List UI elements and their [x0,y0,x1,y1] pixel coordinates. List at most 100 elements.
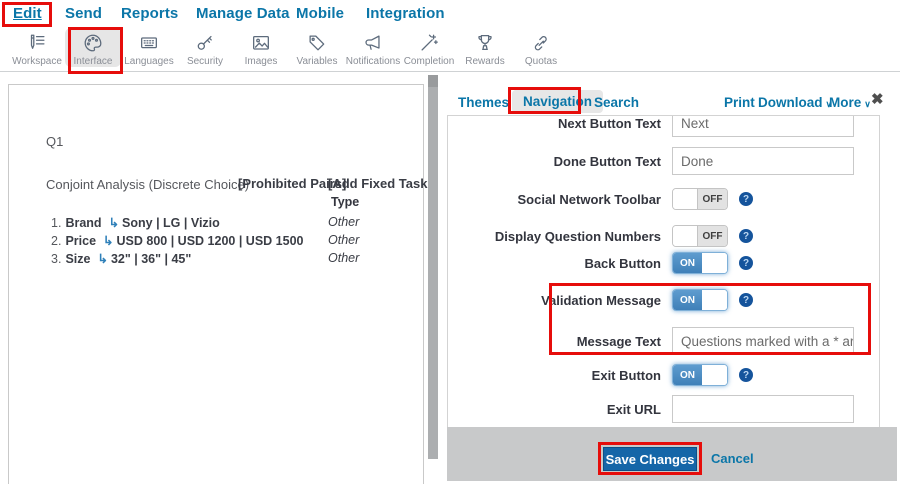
scrollbar-top-cap [428,75,438,87]
nav-mobile[interactable]: Mobile [296,5,344,22]
validation-message-toggle[interactable]: ON [672,289,728,311]
more-link[interactable]: More∨ [829,95,871,110]
attribute-name: Size [65,252,90,266]
attribute-values: USD 800 | USD 1200 | USD 1500 [117,234,304,248]
print-link[interactable]: Print [724,95,755,110]
more-label: More [829,95,861,110]
form-row: Back Button ON ? [448,247,879,279]
toolbar-item-security[interactable]: Security [177,28,233,67]
survey-preview-panel: Q1 Conjoint Analysis (Discrete Choice) [… [8,84,424,484]
done-button-text-input[interactable] [672,147,854,175]
tab-search[interactable]: Search [594,95,639,110]
help-icon[interactable]: ? [739,192,753,206]
nav-send[interactable]: Send [65,5,102,22]
field-label: Done Button Text [448,154,661,169]
toolbar-item-variables[interactable]: Variables [289,28,345,67]
toolbar-item-languages[interactable]: Languages [121,28,177,67]
toolbar-item-label: Variables [297,56,338,67]
exit-url-input[interactable] [672,395,854,423]
close-icon[interactable]: ✖ [871,90,884,108]
navigation-settings-box: Next Button Text Done Button Text Social… [447,115,880,427]
type-column-header: Type [331,195,359,209]
form-row: Validation Message ON ? [448,284,879,316]
toolbar-item-label: Workspace [12,56,62,67]
help-icon[interactable]: ? [739,229,753,243]
toolbar-item-notifications[interactable]: Notifications [345,28,401,67]
toolbar-item-label: Completion [404,56,455,67]
toolbar-item-quotas[interactable]: Quotas [513,28,569,67]
top-nav: Edit Send Reports Manage Data Mobile Int… [0,0,900,28]
toggle-knob [702,253,727,273]
form-row: Message Text [448,325,879,357]
toolbar-item-completion[interactable]: Completion [401,28,457,67]
toolbar-item-label: Security [187,56,223,67]
attribute-row: 1. Brand ↳Sony | LG | Vizio [51,215,220,230]
attribute-values: Sony | LG | Vizio [122,216,220,230]
nav-integration[interactable]: Integration [366,5,445,22]
question-title: Conjoint Analysis (Discrete Choice) [46,177,249,192]
help-icon[interactable]: ? [739,256,753,270]
row-number: 1. [51,216,61,230]
form-row: Exit Button ON ? [448,359,879,391]
form-row: Done Button Text [448,145,879,177]
toolbar-item-label: Quotas [525,56,557,67]
toggle-state-label: ON [673,253,702,273]
field-label: Validation Message [448,293,661,308]
field-label: Social Network Toolbar [448,192,661,207]
row-number: 3. [51,252,61,266]
quotas-icon [530,31,552,55]
question-number: Q1 [46,134,63,149]
edit-toolbar: Workspace Interface Languages Security I… [0,28,900,72]
field-label: Exit URL [448,402,661,417]
toolbar-item-rewards[interactable]: Rewards [457,28,513,67]
save-changes-button[interactable]: Save Changes [603,447,697,471]
help-icon[interactable]: ? [739,293,753,307]
tab-themes[interactable]: Themes [458,95,509,110]
attribute-type: Other [328,251,359,265]
toggle-knob [673,189,697,209]
vertical-scrollbar[interactable] [428,75,438,459]
display-question-numbers-toggle[interactable]: OFF [672,225,728,247]
social-network-toolbar-toggle[interactable]: OFF [672,188,728,210]
nav-edit[interactable]: Edit [13,5,42,22]
next-button-text-input[interactable] [672,115,854,137]
cancel-link[interactable]: Cancel [711,451,754,466]
field-label: Back Button [448,256,661,271]
attribute-type: Other [328,215,359,229]
toolbar-item-interface[interactable]: Interface [65,28,121,67]
message-text-input[interactable] [672,327,854,355]
attribute-name: Brand [65,216,101,230]
attribute-values: 32" | 36" | 45" [111,252,191,266]
field-label: Exit Button [448,368,661,383]
toggle-state-label: ON [673,290,702,310]
branch-arrow-icon: ↳ [103,234,113,248]
toolbar-item-label: Interface [74,56,113,67]
field-label: Next Button Text [448,116,661,131]
workspace-icon [26,31,48,55]
form-row: Exit URL [448,393,879,425]
branch-arrow-icon: ↳ [97,252,107,266]
download-link[interactable]: Download∨ [758,95,832,110]
toggle-state-label: OFF [697,189,727,209]
rewards-icon [474,31,496,55]
interface-icon [82,31,104,55]
toolbar-item-label: Notifications [346,56,400,67]
security-icon [194,31,216,55]
attribute-type: Other [328,233,359,247]
tab-navigation[interactable]: Navigation [512,90,603,113]
toolbar-item-label: Images [245,56,278,67]
branch-arrow-icon: ↳ [109,216,119,230]
help-icon[interactable]: ? [739,368,753,382]
toolbar-item-workspace[interactable]: Workspace [9,28,65,67]
form-row: Next Button Text [448,115,879,139]
row-number: 2. [51,234,61,248]
toolbar-item-images[interactable]: Images [233,28,289,67]
add-fixed-tasks-link[interactable]: [Add Fixed Tasks [328,176,435,191]
toggle-knob [702,365,727,385]
exit-button-toggle[interactable]: ON [672,364,728,386]
nav-reports[interactable]: Reports [121,5,178,22]
nav-manage-data[interactable]: Manage Data [196,5,290,22]
back-button-toggle[interactable]: ON [672,252,728,274]
toggle-knob [702,290,727,310]
chevron-down-icon: ∨ [864,99,871,109]
